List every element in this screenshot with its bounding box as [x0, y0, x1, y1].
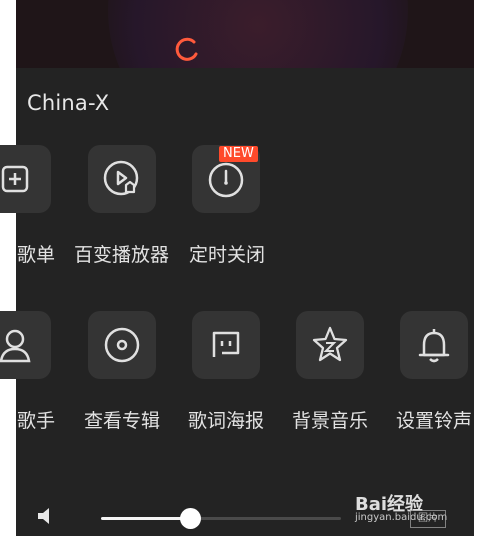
volume-slider-knob[interactable]	[180, 508, 201, 529]
volume-icon[interactable]	[36, 506, 56, 526]
background-music-tile[interactable]	[296, 311, 364, 379]
volume-slider-fill[interactable]	[101, 517, 191, 520]
album-label: 查看专辑	[84, 410, 161, 432]
player-frame	[16, 0, 474, 536]
ringtone-icon	[418, 329, 450, 363]
loading-logo-icon	[175, 37, 198, 61]
watermark-box: 图片	[410, 510, 446, 528]
album-icon	[104, 327, 140, 363]
song-title: China-X	[27, 91, 110, 115]
singer-icon	[0, 329, 31, 363]
background-music-icon	[312, 326, 348, 362]
ringtone-label: 设置铃声	[396, 410, 473, 432]
ringtone-tile[interactable]	[400, 311, 468, 379]
volume-slider-track[interactable]	[191, 517, 341, 520]
player-skin-tile[interactable]	[88, 145, 156, 213]
lyrics-poster-label: 歌词海报	[188, 410, 265, 432]
playlist-tile[interactable]	[0, 145, 51, 213]
player-skin-icon	[103, 160, 139, 196]
album-tile[interactable]	[88, 311, 156, 379]
singer-tile[interactable]	[0, 311, 51, 379]
playlist-add-icon	[1, 165, 29, 193]
playlist-label: 歌单	[17, 244, 56, 266]
new-badge: NEW	[219, 146, 258, 162]
more-actions-sheet	[16, 68, 474, 536]
lyrics-poster-icon	[212, 331, 240, 357]
player-skin-label: 百变播放器	[74, 244, 170, 266]
album-art-area	[16, 0, 474, 160]
singer-label: 歌手	[17, 410, 56, 432]
background-music-label: 背景音乐	[292, 410, 369, 432]
lyrics-poster-tile[interactable]	[192, 311, 260, 379]
timer-label: 定时关闭	[189, 244, 266, 266]
